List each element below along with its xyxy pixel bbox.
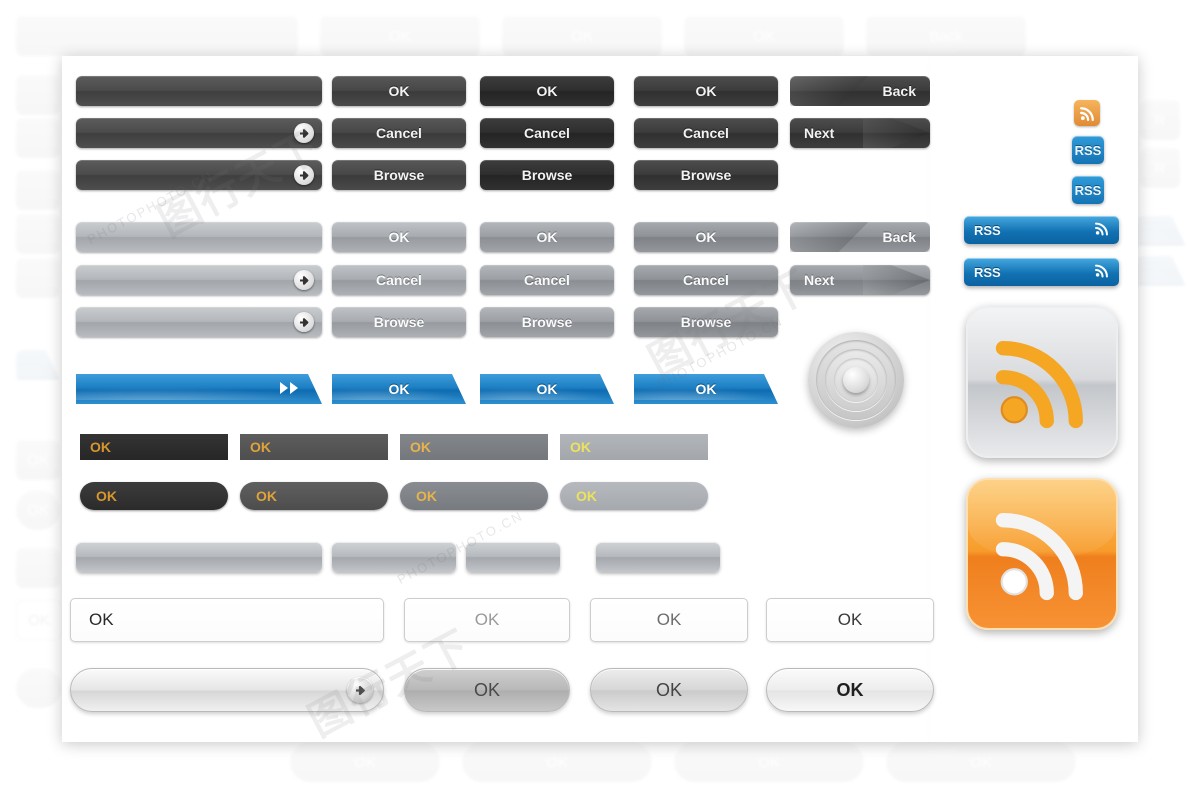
bg-button xyxy=(16,16,298,56)
dark-long-bar-arrow[interactable] xyxy=(76,118,322,148)
arrow-right-icon xyxy=(294,270,314,290)
darker-ok-button[interactable]: OK xyxy=(480,76,614,106)
flat-ok-pill[interactable]: OK xyxy=(560,482,708,510)
gray-ok-button[interactable]: OK xyxy=(332,222,466,252)
gray-browse-button[interactable]: Browse xyxy=(332,307,466,337)
dark-next-button[interactable]: Next xyxy=(790,118,930,148)
rss-wave-icon xyxy=(995,341,1083,429)
chevron-left-icon xyxy=(790,76,869,106)
flat-ok-rect[interactable]: OK xyxy=(240,434,388,460)
gray-browse-button-dark[interactable]: Browse xyxy=(634,307,778,337)
bg-button: Back xyxy=(866,16,1026,56)
rss-wave-icon xyxy=(1094,263,1110,282)
dark-ok-button-alt[interactable]: OK xyxy=(634,76,778,106)
blank-silver-button[interactable] xyxy=(76,542,322,572)
flat-ok-rect[interactable]: OK xyxy=(400,434,548,460)
arrow-right-icon xyxy=(294,312,314,332)
bg-button: OK xyxy=(290,742,440,782)
rss-wave-icon xyxy=(1094,221,1110,240)
arrow-right-icon xyxy=(294,123,314,143)
bg-button: OK xyxy=(886,742,1076,782)
gray-long-bar[interactable] xyxy=(76,222,322,252)
outline-ok-button[interactable]: OK xyxy=(70,598,384,642)
chevron-left-icon xyxy=(790,222,869,252)
chevron-right-icon xyxy=(862,118,930,148)
dark-browse-button-alt[interactable]: Browse xyxy=(634,160,778,190)
bg-button: OK xyxy=(320,16,480,56)
chevron-right-icon xyxy=(862,265,930,295)
gray-cancel-button-dark[interactable]: Cancel xyxy=(634,265,778,295)
flat-ok-pill[interactable]: OK xyxy=(400,482,548,510)
gray-ok-button-alt[interactable]: OK xyxy=(480,222,614,252)
blue-ok-button[interactable]: OK xyxy=(634,374,778,404)
outline-ok-button[interactable]: OK xyxy=(404,598,570,642)
darker-cancel-button[interactable]: Cancel xyxy=(480,118,614,148)
flat-ok-rect[interactable]: OK xyxy=(560,434,708,460)
rss-wave-icon xyxy=(1079,106,1094,121)
dark-cancel-button[interactable]: Cancel xyxy=(332,118,466,148)
dial-hub xyxy=(843,367,869,393)
bg-button: OK xyxy=(462,742,652,782)
bg-button: OK xyxy=(674,742,864,782)
blue-forward-button[interactable] xyxy=(76,374,322,404)
blank-silver-button[interactable] xyxy=(596,542,720,572)
rss-bar[interactable]: RSS xyxy=(964,258,1119,286)
gray-back-button[interactable]: Back xyxy=(790,222,930,252)
silver-dial-knob[interactable] xyxy=(808,332,904,428)
bg-button: OK xyxy=(502,16,662,56)
pill-ok-button[interactable]: OK xyxy=(404,668,570,712)
darker-browse-button[interactable]: Browse xyxy=(480,160,614,190)
rss-wave-icon xyxy=(995,513,1083,601)
blue-ok-button[interactable]: OK xyxy=(480,374,614,404)
rss-tile-silver[interactable] xyxy=(966,306,1118,458)
gray-cancel-button-alt[interactable]: Cancel xyxy=(480,265,614,295)
rss-bar[interactable]: RSS xyxy=(964,216,1119,244)
dark-cancel-button-alt[interactable]: Cancel xyxy=(634,118,778,148)
arrow-right-icon xyxy=(294,165,314,185)
gray-ok-button-dark[interactable]: OK xyxy=(634,222,778,252)
dark-long-bar-arrow[interactable] xyxy=(76,160,322,190)
blank-silver-button[interactable] xyxy=(332,542,456,572)
rss-tile-orange[interactable] xyxy=(966,478,1118,630)
outline-ok-button[interactable]: OK xyxy=(590,598,748,642)
rss-badge[interactable]: RSS xyxy=(1072,176,1104,204)
arrow-right-icon xyxy=(347,677,373,703)
rss-icon[interactable] xyxy=(1074,100,1100,126)
dark-back-button[interactable]: Back xyxy=(790,76,930,106)
pill-ok-button[interactable]: OK xyxy=(590,668,748,712)
gray-next-button[interactable]: Next xyxy=(790,265,930,295)
flat-ok-pill[interactable]: OK xyxy=(240,482,388,510)
dark-ok-button[interactable]: OK xyxy=(332,76,466,106)
dark-browse-button[interactable]: Browse xyxy=(332,160,466,190)
gray-browse-button-alt[interactable]: Browse xyxy=(480,307,614,337)
fast-forward-icon xyxy=(280,381,300,397)
blank-silver-button[interactable] xyxy=(466,542,560,572)
blue-ok-button[interactable]: OK xyxy=(332,374,466,404)
gray-long-bar-arrow[interactable] xyxy=(76,265,322,295)
bg-button: OK xyxy=(684,16,844,56)
outline-ok-button[interactable]: OK xyxy=(766,598,934,642)
dark-long-bar[interactable] xyxy=(76,76,322,106)
gray-long-bar-arrow[interactable] xyxy=(76,307,322,337)
flat-ok-pill[interactable]: OK xyxy=(80,482,228,510)
pill-forward-button[interactable] xyxy=(70,668,384,712)
rss-badge[interactable]: RSS xyxy=(1072,136,1104,164)
pill-ok-button[interactable]: OK xyxy=(766,668,934,712)
gray-cancel-button[interactable]: Cancel xyxy=(332,265,466,295)
flat-ok-rect[interactable]: OK xyxy=(80,434,228,460)
